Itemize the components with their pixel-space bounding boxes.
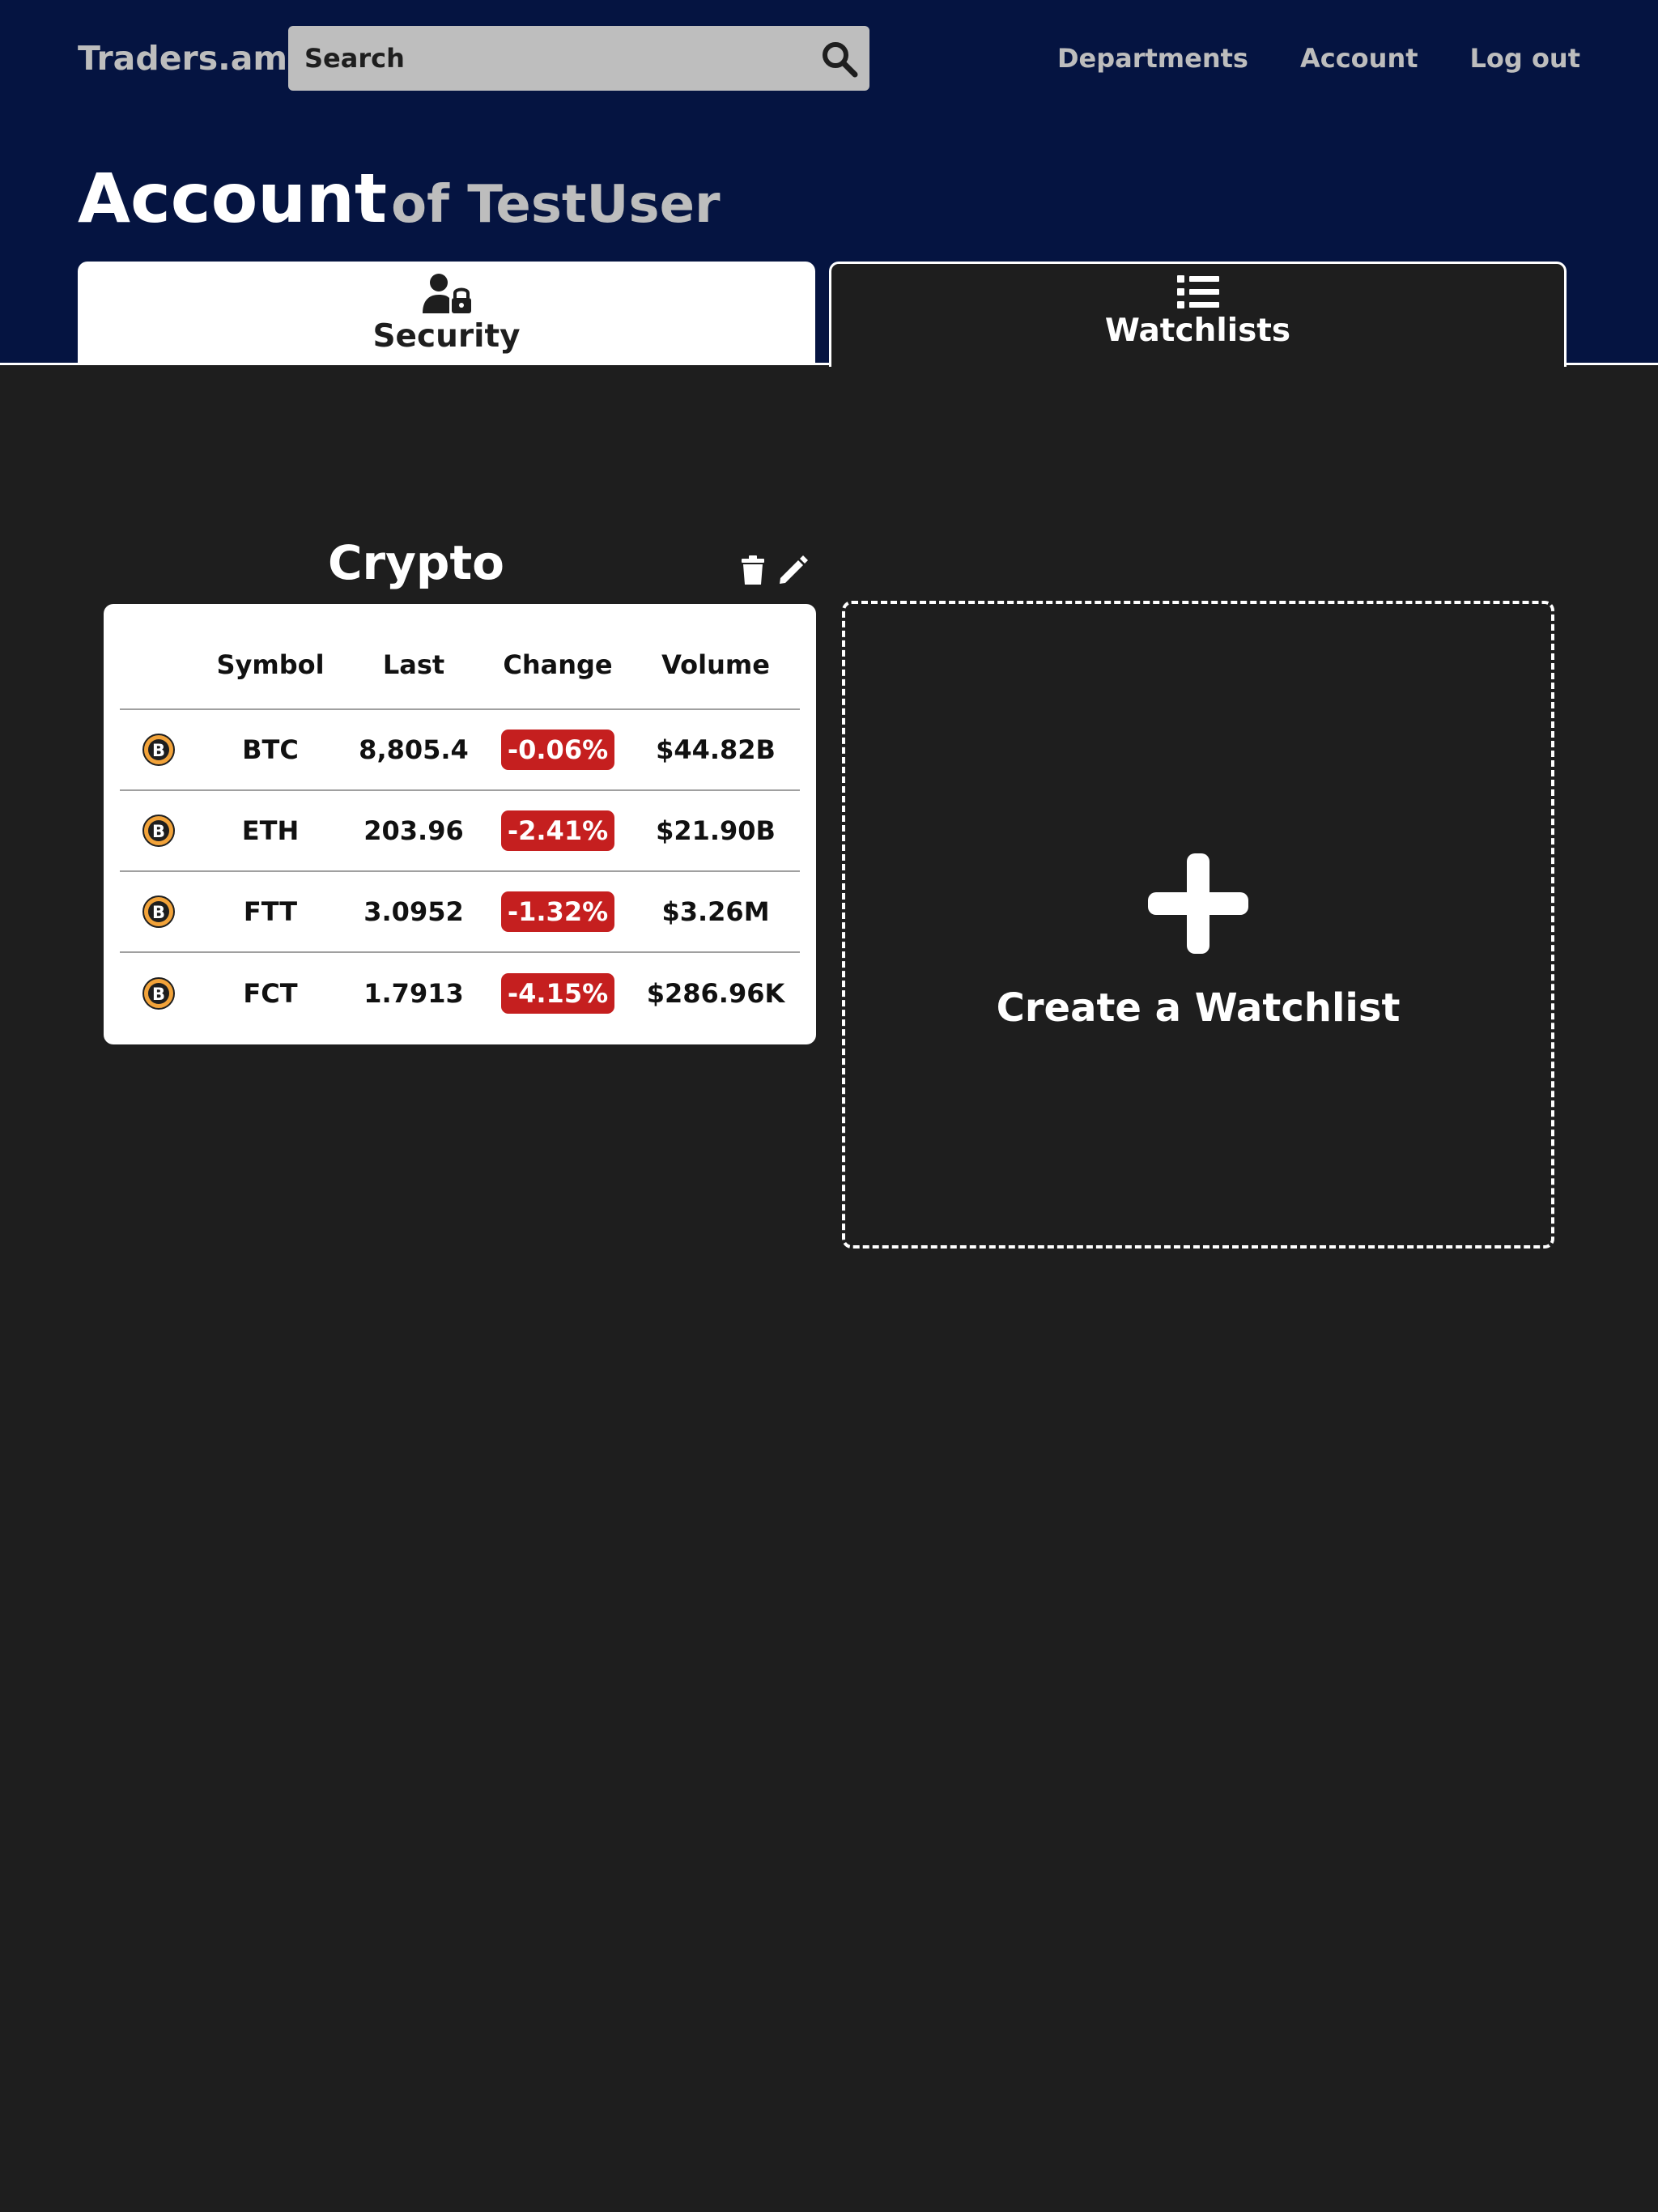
column-header-icon bbox=[120, 620, 198, 710]
change-cell: -4.15% bbox=[484, 952, 631, 1033]
table-row[interactable]: B BTC 8,805.4 -0.06% $44.82B bbox=[120, 709, 800, 791]
change-cell: -0.06% bbox=[484, 709, 631, 791]
symbol-cell: ETH bbox=[198, 790, 343, 872]
create-watchlist-button[interactable]: Create a Watchlist bbox=[842, 601, 1554, 1249]
coin-cell: B bbox=[120, 871, 198, 953]
column-header-symbol: Symbol bbox=[198, 620, 343, 710]
search-icon[interactable] bbox=[821, 40, 858, 78]
svg-text:B: B bbox=[152, 822, 165, 841]
tab-security-label: Security bbox=[372, 318, 521, 355]
change-cell: -2.41% bbox=[484, 790, 631, 872]
bitcoin-icon: B bbox=[142, 734, 175, 766]
volume-cell: $21.90B bbox=[631, 790, 800, 872]
site-logo[interactable]: Traders.am bbox=[78, 34, 287, 83]
search-input[interactable] bbox=[288, 26, 806, 91]
tab-divider-line bbox=[1564, 363, 1658, 365]
svg-text:B: B bbox=[152, 985, 165, 1004]
watchlist-actions bbox=[737, 554, 810, 586]
coin-cell: B bbox=[120, 790, 198, 872]
symbol-cell: FTT bbox=[198, 871, 343, 953]
page-title: Account of TestUser bbox=[78, 154, 721, 262]
last-price-cell: 8,805.4 bbox=[343, 709, 484, 791]
change-badge: -2.41% bbox=[500, 810, 615, 851]
column-header-volume: Volume bbox=[631, 620, 800, 710]
search-bar bbox=[288, 26, 869, 91]
symbol-cell: BTC bbox=[198, 709, 343, 791]
nav-departments[interactable]: Departments bbox=[1057, 37, 1248, 79]
main-nav: Departments Account Log out bbox=[1057, 37, 1580, 79]
user-lock-icon bbox=[422, 274, 471, 313]
nav-log-out[interactable]: Log out bbox=[1470, 37, 1580, 79]
nav-account[interactable]: Account bbox=[1300, 37, 1418, 79]
last-price-cell: 3.0952 bbox=[343, 871, 484, 953]
column-header-last: Last bbox=[343, 620, 484, 710]
column-header-change: Change bbox=[484, 620, 631, 710]
table-row[interactable]: B ETH 203.96 -2.41% $21.90B bbox=[120, 790, 800, 872]
watchlist-card: Symbol Last Change Volume B BTC 8,805.4 … bbox=[104, 604, 816, 1044]
table-row[interactable]: B FCT 1.7913 -4.15% $286.96K bbox=[120, 952, 800, 1033]
tab-watchlists-label: Watchlists bbox=[1104, 313, 1291, 349]
top-header: Traders.am Departments Account Log out A… bbox=[0, 0, 1658, 367]
volume-cell: $3.26M bbox=[631, 871, 800, 953]
change-badge: -1.32% bbox=[500, 891, 615, 932]
page-title-main: Account bbox=[78, 159, 388, 238]
tab-watchlists[interactable]: Watchlists bbox=[829, 262, 1567, 367]
table-header-row: Symbol Last Change Volume bbox=[120, 620, 800, 710]
watchlist-title: Crypto bbox=[327, 535, 505, 590]
create-watchlist-label: Create a Watchlist bbox=[996, 985, 1401, 1031]
coin-cell: B bbox=[120, 709, 198, 791]
watchlist-table: Symbol Last Change Volume B BTC 8,805.4 … bbox=[120, 620, 800, 1033]
change-badge: -4.15% bbox=[500, 972, 615, 1014]
table-row[interactable]: B FTT 3.0952 -1.32% $3.26M bbox=[120, 871, 800, 953]
coin-cell: B bbox=[120, 952, 198, 1033]
bitcoin-icon: B bbox=[142, 976, 175, 1010]
tab-divider-line bbox=[0, 363, 831, 365]
last-price-cell: 203.96 bbox=[343, 790, 484, 872]
page-title-user: of TestUser bbox=[391, 175, 721, 235]
plus-icon bbox=[1148, 853, 1248, 954]
bitcoin-icon: B bbox=[142, 895, 175, 928]
change-cell: -1.32% bbox=[484, 871, 631, 953]
volume-cell: $286.96K bbox=[646, 977, 785, 1009]
tab-security[interactable]: Security bbox=[78, 262, 815, 364]
change-badge: -0.06% bbox=[500, 730, 615, 770]
svg-text:B: B bbox=[152, 903, 165, 922]
list-icon bbox=[1176, 275, 1219, 308]
pencil-icon[interactable] bbox=[777, 554, 810, 586]
bitcoin-icon: B bbox=[142, 815, 175, 847]
trash-icon[interactable] bbox=[737, 554, 769, 586]
volume-cell: $44.82B bbox=[631, 709, 800, 791]
svg-text:B: B bbox=[152, 741, 165, 760]
symbol-cell: FCT bbox=[243, 977, 298, 1009]
last-price-cell: 1.7913 bbox=[363, 977, 464, 1009]
